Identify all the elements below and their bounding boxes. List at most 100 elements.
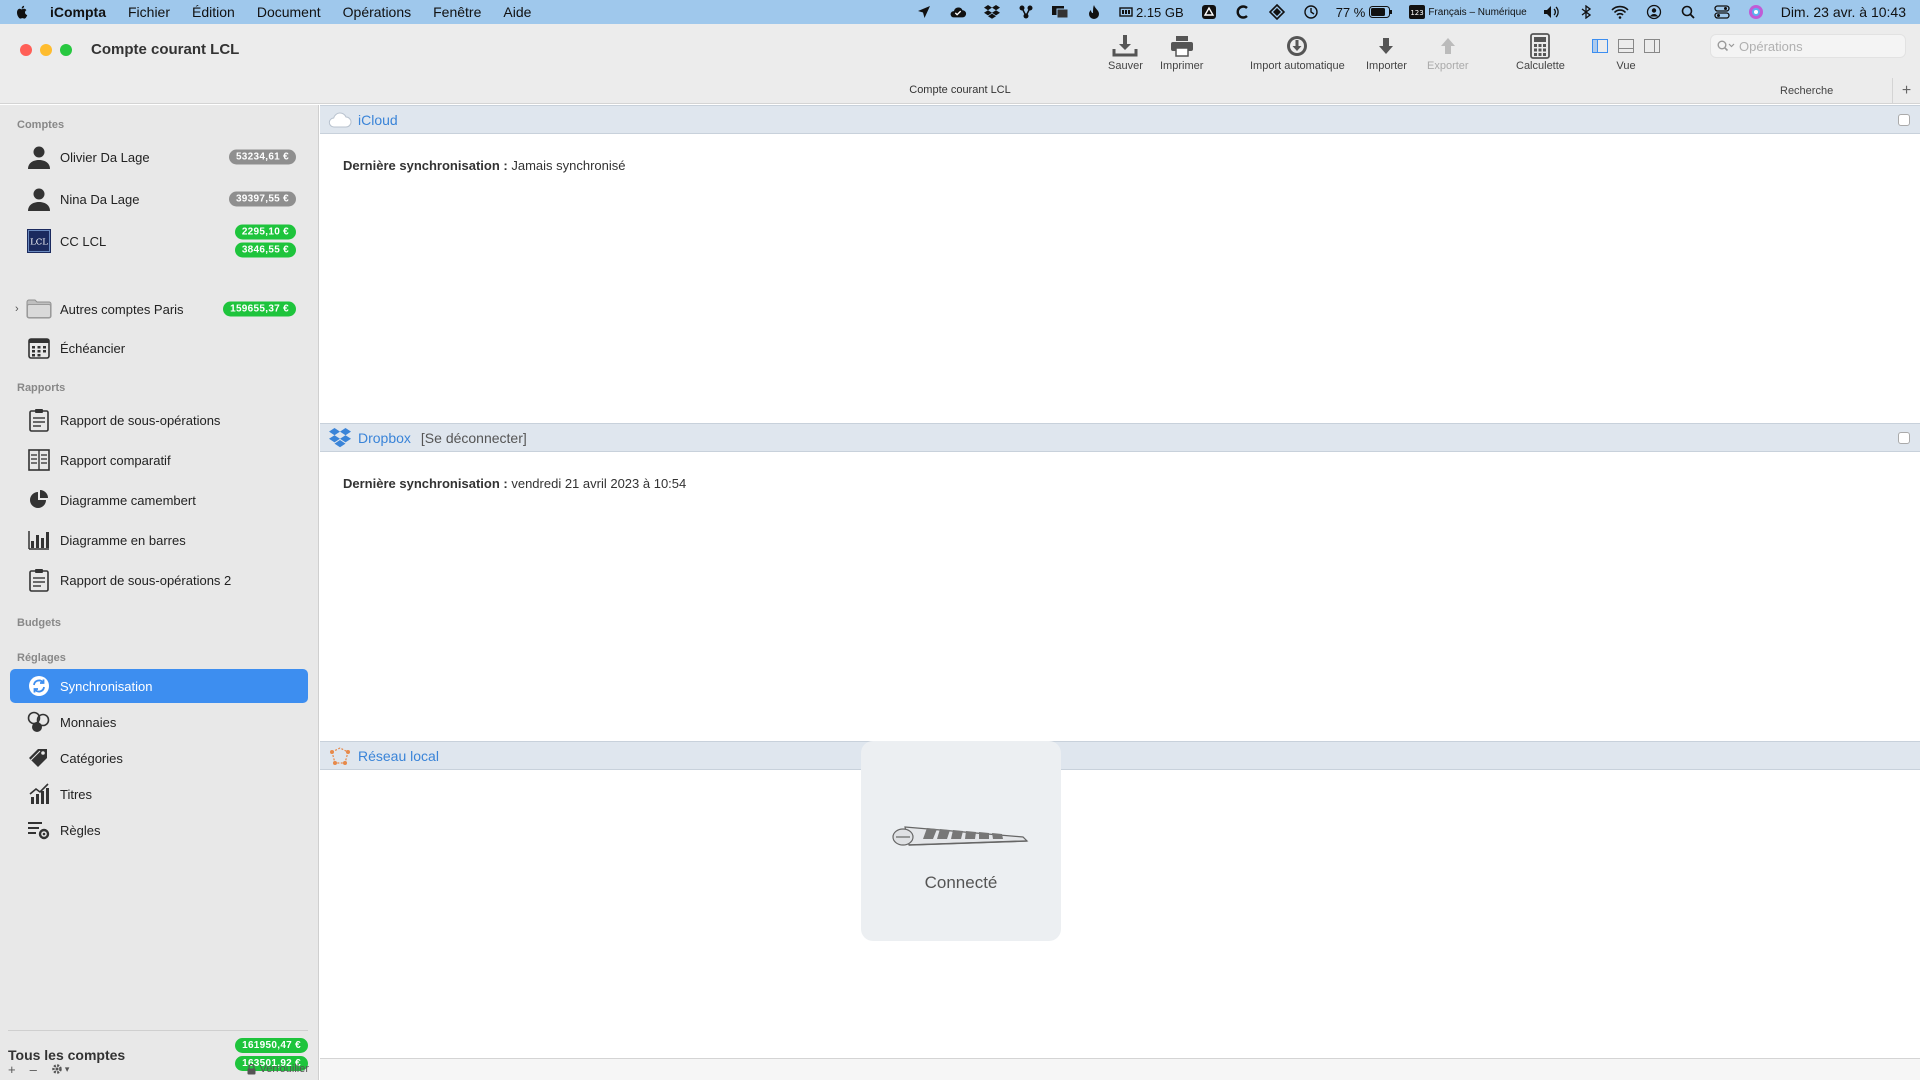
sidebar-item-label: Règles (60, 822, 101, 838)
minimize-window-button[interactable] (40, 44, 52, 56)
sidebar-item-titres[interactable]: Titres (10, 777, 308, 811)
sidebar-item-label: Catégories (60, 750, 123, 766)
dropbox-title: Dropbox (358, 429, 411, 446)
section-reports: Rapports (17, 382, 66, 394)
section-settings: Réglages (17, 652, 66, 664)
sidebar-item-regles[interactable]: Règles (10, 813, 308, 847)
sidebar-item-autres-comptes-paris[interactable]: Autres comptes Paris 159655,37 € (10, 292, 308, 326)
zoom-window-button[interactable] (60, 44, 72, 56)
dropbox-disconnect-link[interactable]: [Se déconnecter] (421, 430, 527, 446)
sidebar-item-rapport-sous-operations[interactable]: Rapport de sous-opérations (10, 403, 308, 437)
user-switch-icon[interactable] (1645, 4, 1663, 20)
battery-status[interactable]: 77 % (1336, 5, 1394, 20)
screen-sharing-icon[interactable] (1051, 4, 1069, 20)
dropbox-enable-checkbox[interactable] (1898, 431, 1910, 444)
sidebar-item-label: Nina Da Lage (60, 191, 140, 207)
svg-text:123: 123 (1411, 9, 1424, 17)
bottom-panel-view-icon[interactable] (1618, 39, 1634, 53)
menu-app-name[interactable]: iCompta (50, 4, 106, 20)
icloud-enable-checkbox[interactable] (1898, 113, 1910, 126)
clipboard-report-icon (26, 407, 52, 433)
clock[interactable]: Dim. 23 avr. à 10:43 (1781, 4, 1906, 20)
coins-icon (26, 709, 52, 735)
apple-menu-icon[interactable] (14, 4, 30, 20)
dropbox-status-icon[interactable] (983, 4, 1001, 20)
document-tab-label: Compte courant LCL (909, 84, 1011, 96)
menu-fichier[interactable]: Fichier (128, 4, 170, 20)
window-controls (20, 44, 72, 56)
comparison-report-icon (26, 447, 52, 473)
svg-text:LCL: LCL (30, 238, 48, 248)
add-tab-button[interactable]: + (1892, 78, 1920, 104)
sidebar-item-label: Diagramme en barres (60, 532, 186, 548)
document-tab[interactable]: Compte courant LCL (0, 84, 1920, 96)
menu-bar: iCompta Fichier Édition Document Opérati… (0, 0, 1920, 24)
lock-label: Verrouiller (259, 1063, 309, 1075)
sidebar-item-synchronisation[interactable]: Synchronisation (10, 669, 308, 703)
rules-gear-icon (26, 817, 52, 843)
sidebar-item-categories[interactable]: Catégories (10, 741, 308, 775)
view-label: Vue (1616, 60, 1636, 72)
action-gear-menu[interactable]: ▾ (51, 1063, 69, 1075)
clipboard-report-icon (26, 567, 52, 593)
spotlight-icon[interactable] (1679, 4, 1697, 20)
sidebar-item-nina-da-lage[interactable]: Nina Da Lage 39397,55 € (10, 182, 308, 216)
volume-icon[interactable] (1543, 4, 1561, 20)
sidebar-item-cc-lcl[interactable]: LCL CC LCL 2295,10 € 3846,55 € (10, 224, 308, 258)
keyboard-icon (892, 826, 1029, 846)
location-icon[interactable] (915, 4, 933, 20)
calculator-button[interactable]: Calculette (1516, 32, 1565, 72)
connected-hud: Connecté (861, 741, 1061, 941)
icloud-last-sync-value: Jamais synchronisé (511, 158, 626, 173)
diamond-app-icon[interactable] (1268, 4, 1286, 20)
auto-import-button[interactable]: Import automatique (1250, 32, 1345, 72)
print-button[interactable]: Imprimer (1160, 32, 1203, 72)
git-icon[interactable] (1017, 4, 1035, 20)
drive-icon[interactable] (1200, 4, 1218, 20)
section-accounts: Comptes (17, 119, 65, 131)
export-button[interactable]: Exporter (1427, 32, 1469, 72)
time-machine-icon[interactable] (1302, 4, 1320, 20)
local-network-section-header: Réseau local (320, 741, 1920, 770)
sidebar-item-monnaies[interactable]: Monnaies (10, 705, 308, 739)
add-button[interactable]: + (8, 1062, 16, 1077)
menu-aide[interactable]: Aide (503, 4, 531, 20)
close-window-button[interactable] (20, 44, 32, 56)
c-app-icon[interactable] (1234, 4, 1252, 20)
cloud-check-icon[interactable] (949, 4, 967, 20)
sync-icon (26, 673, 52, 699)
local-network-title: Réseau local (358, 747, 439, 764)
remove-button[interactable]: – (30, 1062, 37, 1077)
sidebar-item-rapport-sous-operations-2[interactable]: Rapport de sous-opérations 2 (10, 563, 308, 597)
input-source[interactable]: 123 Français – Numérique (1409, 5, 1527, 19)
wifi-icon[interactable] (1611, 4, 1629, 20)
sidebar-item-rapport-comparatif[interactable]: Rapport comparatif (10, 443, 308, 477)
icloud-last-sync-label: Dernière synchronisation : (343, 158, 508, 173)
menu-edition[interactable]: Édition (192, 4, 235, 20)
bluetooth-icon[interactable] (1577, 4, 1595, 20)
menu-fenetre[interactable]: Fenêtre (433, 4, 481, 20)
memory-status[interactable]: 2.15 GB (1119, 5, 1184, 20)
inspector-view-icon[interactable] (1644, 39, 1660, 53)
lock-button[interactable]: Verrouiller (247, 1063, 309, 1075)
sidebar-item-olivier-da-lage[interactable]: Olivier Da Lage 53234,61 € (10, 140, 308, 174)
plus-icon: + (1901, 82, 1912, 99)
siri-icon[interactable] (1747, 4, 1765, 20)
search-input[interactable] (1739, 38, 1899, 54)
flame-icon[interactable] (1085, 4, 1103, 20)
save-button[interactable]: Sauver (1108, 32, 1143, 72)
import-button[interactable]: Importer (1366, 32, 1407, 72)
sidebar-item-diagramme-barres[interactable]: Diagramme en barres (10, 523, 308, 557)
sidebar-item-label: Rapport de sous-opérations (60, 412, 221, 428)
menu-document[interactable]: Document (257, 4, 321, 20)
menu-operations[interactable]: Opérations (343, 4, 411, 20)
search-field[interactable] (1710, 34, 1906, 58)
sidebar-item-label: Rapport comparatif (60, 452, 171, 468)
tag-icon (26, 745, 52, 771)
sidebar-view-icon[interactable] (1592, 39, 1608, 53)
sidebar-item-label: Diagramme camembert (60, 492, 196, 508)
sidebar-item-echeancier[interactable]: Échéancier (10, 331, 308, 365)
control-center-icon[interactable] (1713, 4, 1731, 20)
sidebar-item-diagramme-camembert[interactable]: Diagramme camembert (10, 483, 308, 517)
section-budgets[interactable]: Budgets (17, 617, 61, 629)
